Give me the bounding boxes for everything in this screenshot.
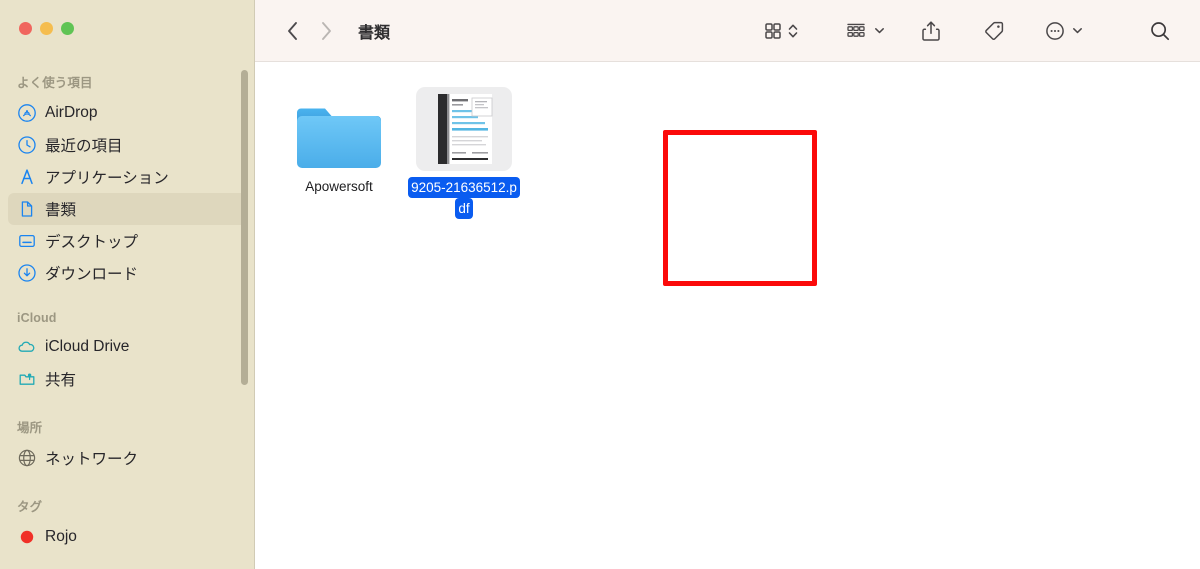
sidebar-item-label: ダウンロード [45, 266, 139, 283]
sidebar-item-label: アプリケーション [45, 170, 169, 187]
download-icon [17, 264, 36, 283]
sidebar-scroll-area: よく使う項目 AirDrop 最近の項目 アプリケーション 書類 デスクトップ … [0, 48, 255, 569]
sidebar-group-title-locations: 場所 [17, 421, 43, 435]
sidebar-item-label: AirDrop [45, 104, 98, 121]
window-controls [19, 22, 74, 35]
applications-icon [17, 168, 36, 187]
file-grid: Apowersoft 9205-21636512.p df [255, 62, 1200, 569]
group-by-button[interactable] [844, 16, 868, 46]
clock-icon [17, 136, 36, 155]
finder-window: よく使う項目 AirDrop 最近の項目 アプリケーション 書類 デスクトップ … [0, 0, 1200, 569]
sidebar-item-desktop[interactable]: デスクトップ [8, 225, 247, 257]
sidebar-item-label: Rojo [45, 528, 77, 545]
file-name-label: Apowersoft [305, 179, 373, 194]
red-dot-icon [17, 528, 36, 547]
sidebar-item-label: 書類 [45, 202, 77, 219]
sidebar-item-label: 最近の項目 [45, 138, 123, 155]
search-button[interactable] [1148, 16, 1172, 46]
sidebar-item-label: デスクトップ [45, 234, 139, 251]
airdrop-icon [17, 104, 36, 123]
toolbar: 書類 [255, 0, 1200, 62]
sidebar-item-applications[interactable]: アプリケーション [8, 161, 247, 193]
desktop-icon [17, 232, 36, 251]
file-item-pdf[interactable]: 9205-21636512.p df [403, 84, 525, 219]
globe-icon [17, 449, 36, 468]
sidebar-item-label: iCloud Drive [45, 338, 130, 355]
forward-button[interactable] [315, 18, 337, 44]
sidebar-item-downloads[interactable]: ダウンロード [8, 257, 247, 289]
view-grid-button[interactable] [762, 16, 784, 46]
file-name-line-2: df [455, 198, 473, 219]
shared-folder-icon [17, 370, 36, 389]
file-item-folder[interactable]: Apowersoft [279, 84, 399, 195]
document-icon [17, 200, 36, 219]
sidebar-group-title-favorites: よく使う項目 [17, 76, 93, 90]
sidebar-item-shared[interactable]: 共有 [8, 363, 247, 395]
annotation-highlight-rectangle [663, 130, 817, 286]
sidebar-item-network[interactable]: ネットワーク [8, 442, 247, 474]
more-actions-button[interactable] [1044, 16, 1066, 46]
file-name-line-1: 9205-21636512.p [408, 177, 520, 198]
navigation-buttons [281, 18, 337, 44]
sidebar-item-recents[interactable]: 最近の項目 [8, 129, 247, 161]
minimize-button[interactable] [40, 22, 53, 35]
toolbar-actions [762, 16, 1200, 46]
cloud-icon [17, 338, 36, 357]
more-actions-chevron-down-icon[interactable] [1071, 16, 1084, 46]
sidebar-item-icloud-drive[interactable]: iCloud Drive [8, 331, 247, 363]
maximize-button[interactable] [61, 22, 74, 35]
sidebar-item-label: 共有 [45, 372, 77, 389]
sidebar: よく使う項目 AirDrop 最近の項目 アプリケーション 書類 デスクトップ … [0, 0, 255, 569]
main-content: 書類 Apowersoft 9205-21636512.p df [255, 0, 1200, 569]
sidebar-item-label: ネットワーク [45, 451, 139, 468]
sidebar-item-airdrop[interactable]: AirDrop [8, 97, 247, 129]
path-title: 書類 [358, 24, 391, 42]
pdf-thumbnail-icon [403, 84, 525, 172]
sidebar-group-title-tags: タグ [17, 500, 43, 514]
close-button[interactable] [19, 22, 32, 35]
group-by-chevron-down-icon[interactable] [873, 16, 886, 46]
view-stepper-icon[interactable] [786, 16, 800, 46]
sidebar-scrollbar[interactable] [241, 70, 248, 385]
sidebar-group-title-icloud: iCloud [17, 311, 57, 325]
folder-icon [279, 84, 399, 172]
sidebar-item-documents[interactable]: 書類 [8, 193, 247, 225]
share-button[interactable] [920, 16, 942, 46]
tag-button[interactable] [982, 16, 1006, 46]
file-name-label: 9205-21636512.p df [403, 177, 525, 219]
back-button[interactable] [281, 18, 303, 44]
sidebar-item-tag-rojo[interactable]: Rojo [8, 521, 247, 553]
